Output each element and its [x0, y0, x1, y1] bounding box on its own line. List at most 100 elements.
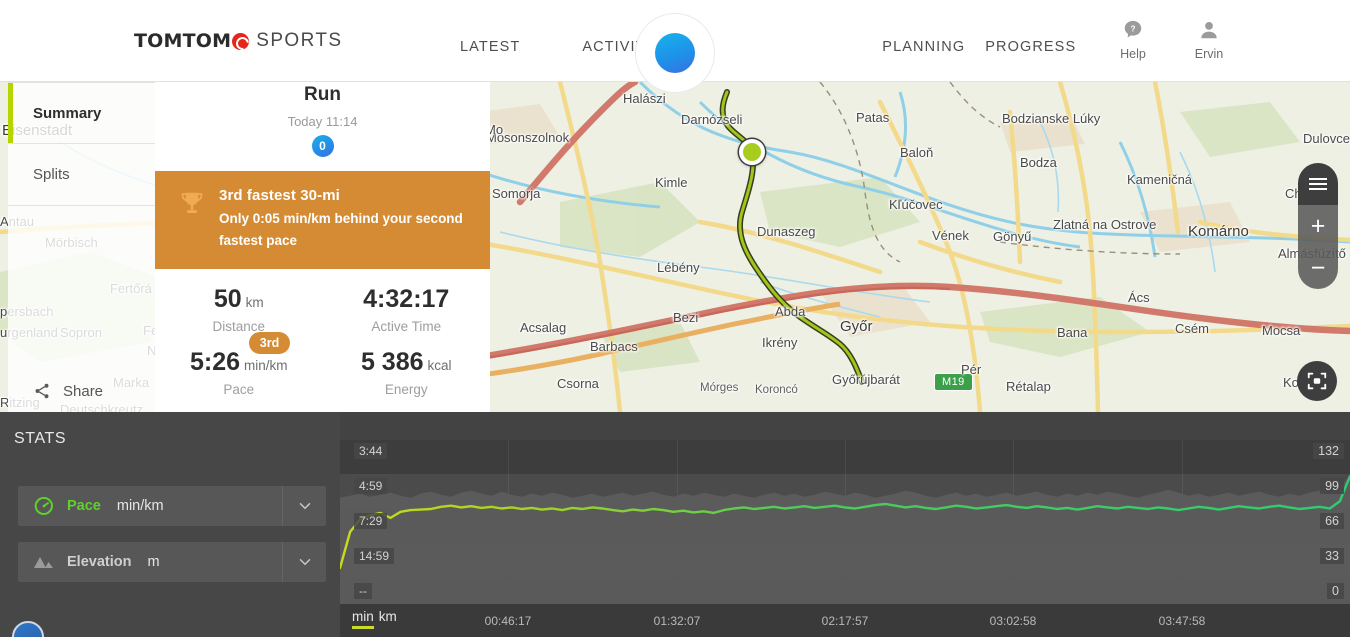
stat-distance: 50 km Distance: [155, 285, 323, 334]
chart-y-left-tick: 4:59: [354, 478, 388, 494]
share-button[interactable]: Share: [8, 382, 158, 400]
share-icon: [35, 383, 49, 399]
stat-selector-pace[interactable]: Pace min/km: [18, 486, 326, 526]
minus-icon: −: [1310, 253, 1326, 282]
chart-y-right-tick: 66: [1320, 513, 1344, 529]
map-controls: + −: [1298, 163, 1338, 289]
chart-y-right-tick: 132: [1313, 443, 1344, 459]
map-zoom-in-button[interactable]: +: [1298, 205, 1338, 247]
stat-selector-elevation-main[interactable]: Elevation m: [18, 542, 282, 582]
chart-elevation-area: [340, 475, 1350, 607]
chart-y-left-tick: 7:29: [354, 513, 388, 529]
nav-item-latest[interactable]: LATEST: [450, 33, 530, 61]
route-current-position-marker[interactable]: [739, 139, 765, 165]
map-zoom-out-button[interactable]: −: [1298, 247, 1338, 289]
stat-selector-pace-chevron[interactable]: [282, 486, 326, 526]
chart-x-tick: 02:17:57: [821, 614, 869, 628]
chart-x-tick: 01:32:07: [653, 614, 701, 628]
chart-unit-min: min: [352, 609, 374, 629]
stat-unit: min/km: [244, 358, 288, 373]
bottom-panel: STATS Pace min/km Elevation m 3:44 4:59 …: [0, 412, 1350, 637]
locate-icon: [1307, 372, 1327, 390]
mountain-icon: [34, 557, 53, 568]
activity-chart[interactable]: 3:44 4:59 7:29 14:59 -- 132 99 66 33 0 min km 00:…: [340, 412, 1350, 637]
tomtom-sports-logo[interactable]: TOMTOM SPORTS: [134, 30, 342, 52]
pace-rank-badge: 3rd: [248, 332, 291, 354]
chart-x-tick: 03:47:58: [1158, 614, 1206, 628]
stat-number: 4:32:17: [363, 285, 450, 313]
sidebar-item-splits[interactable]: Splits: [8, 144, 158, 206]
achievement-title: 3rd fastest 30-mi: [219, 187, 340, 204]
stat-value: 5 386 kcal: [323, 348, 491, 377]
stat-value: 5:26 min/km: [155, 348, 323, 377]
chevron-down-icon: [299, 503, 310, 510]
chart-y-left-tick: 3:44: [354, 443, 388, 459]
tomtom-logo-mark-icon: [232, 32, 250, 50]
hamburger-menu-icon: [1309, 175, 1327, 193]
activity-summary-card: Run Today 11:14 0 3rd fastest 30-mi Only…: [155, 82, 490, 412]
activity-title: Run: [304, 84, 341, 105]
app-header: TOMTOM SPORTS LATEST ACTIVITIES PLANNING…: [0, 0, 1350, 93]
stat-value: 4:32:17: [323, 285, 491, 314]
achievement-text: 3rd fastest 30-mi Only 0:05 min/km behin…: [219, 186, 474, 252]
share-label: Share: [63, 382, 104, 400]
chart-x-axis: min km 00:46:17 01:32:07 02:17:57 03:02:58 03…: [340, 604, 1350, 637]
activity-count-badge: 0: [311, 135, 334, 157]
header-right-actions: ? Help Ervin: [1110, 18, 1232, 61]
activity-sidebar: Summary Splits Share: [8, 82, 158, 412]
trophy-icon: [181, 192, 203, 213]
help-button[interactable]: ? Help: [1110, 18, 1156, 61]
chart-series-svg: [340, 440, 1350, 607]
stats-heading: STATS: [14, 430, 67, 447]
chart-plot-area: 3:44 4:59 7:29 14:59 -- 132 99 66 33 0: [340, 440, 1350, 607]
map-menu-button[interactable]: [1298, 163, 1338, 205]
stat-selector-name: Pace: [67, 498, 101, 514]
chart-y-left-tick: 14:59: [354, 548, 395, 564]
chart-y-right-tick: 0: [1327, 583, 1344, 599]
stat-unit: kcal: [427, 358, 452, 373]
help-label: Help: [1120, 47, 1146, 61]
stat-number: 5 386: [360, 348, 424, 376]
help-bubble-icon: ?: [1124, 20, 1142, 38]
activity-center-dot-icon: [655, 33, 695, 73]
stat-pace: 3rd 5:26 min/km Pace: [155, 332, 323, 397]
stat-value: 50 km: [155, 285, 323, 314]
stat-selector-pace-main[interactable]: Pace min/km: [18, 486, 282, 526]
achievement-banner: 3rd fastest 30-mi Only 0:05 min/km behin…: [155, 171, 490, 269]
stat-active-time: 4:32:17 Active Time: [323, 285, 491, 334]
chart-x-tick: 03:02:58: [989, 614, 1037, 628]
stat-selector-name: Elevation: [67, 554, 132, 570]
map-overview-toggle[interactable]: [12, 621, 44, 637]
stat-selector-elevation-chevron[interactable]: [282, 542, 326, 582]
stat-label: Energy: [384, 382, 428, 397]
speedometer-icon: [34, 496, 54, 515]
logo-sports-text: SPORTS: [256, 30, 343, 51]
map-fit-bounds-button[interactable]: [1297, 361, 1337, 401]
chart-y-right-tick: 33: [1320, 548, 1344, 564]
motorway-badge-m19: M19: [934, 373, 973, 391]
activity-center-button[interactable]: [635, 13, 715, 93]
stat-unit: km: [245, 295, 264, 310]
stat-selector-elevation[interactable]: Elevation m: [18, 542, 326, 582]
plus-icon: +: [1310, 211, 1326, 240]
chart-x-tick: 00:46:17: [484, 614, 532, 628]
chart-unit-km: km: [378, 609, 397, 624]
chart-x-unit: min km: [352, 609, 397, 629]
activity-date: Today 11:14: [287, 114, 358, 129]
sidebar-item-label: Splits: [33, 166, 70, 183]
chevron-down-icon: [299, 559, 310, 566]
chart-y-right-tick: 99: [1320, 478, 1344, 494]
nav-item-planning[interactable]: PLANNING: [872, 33, 975, 61]
user-avatar-icon: [1201, 22, 1217, 39]
stat-label: Distance: [212, 319, 266, 334]
logo-tomtom-text: TOMTOM: [134, 30, 232, 52]
stat-selector-unit: min/km: [116, 498, 164, 514]
svg-text:?: ?: [1130, 24, 1135, 33]
user-menu-button[interactable]: Ervin: [1186, 18, 1232, 61]
stat-label: Active Time: [371, 319, 442, 334]
stat-number: 50: [213, 285, 242, 313]
nav-item-progress[interactable]: PROGRESS: [975, 33, 1086, 61]
sidebar-item-summary[interactable]: Summary: [8, 82, 158, 144]
summary-stats-grid: 50 km Distance 4:32:17 Active Time 3rd 5:…: [155, 269, 490, 397]
stat-selector-unit: m: [147, 554, 160, 570]
